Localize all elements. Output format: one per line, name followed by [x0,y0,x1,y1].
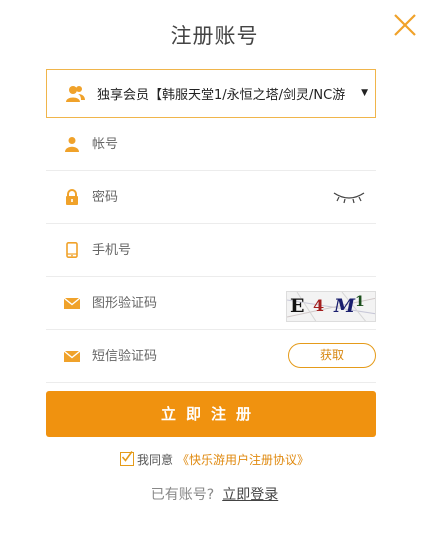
page-title: 注册账号 [170,24,259,48]
image-code-input[interactable] [92,295,272,311]
captcha-char: E [290,295,305,317]
login-prompt: 已有账号? [150,487,215,503]
sms-code-input[interactable] [92,348,272,364]
account-row [46,118,376,171]
login-prompt-row: 已有账号? 立即登录 [0,484,429,504]
agreement-link[interactable]: 《快乐游用户注册协议》 [177,453,309,467]
chevron-down-icon: ▼ [361,88,368,98]
user-icon [65,137,79,152]
sms-code-row: 获取 [46,330,376,383]
agree-checkbox[interactable] [119,451,134,466]
agree-label: 我同意 [136,453,173,467]
server-select-value: 独享会员【韩服天堂1/永恒之塔/剑灵/NC游 [97,88,346,103]
captcha-char: 4 [313,296,325,315]
phone-row [46,224,376,277]
mobile-icon [66,242,78,258]
captcha-char: M [334,295,356,317]
agreement: 我同意 《快乐游用户注册协议》 [0,451,429,468]
get-sms-code-button[interactable]: 获取 [288,343,376,368]
account-input[interactable] [92,136,272,152]
register-form: 独享会员【韩服天堂1/永恒之塔/剑灵/NC游 ▼ 帐号 手机号 图形验证码 E … [46,69,376,383]
register-button[interactable]: 立即注册 [46,391,376,437]
login-link[interactable]: 立即登录 [222,487,278,503]
phone-input[interactable] [92,242,272,258]
check-icon [121,451,133,462]
password-row [46,171,376,224]
eye-closed-icon[interactable] [332,189,366,205]
captcha-image[interactable]: E 4 M 1 [286,291,376,322]
captcha-char: 1 [355,294,365,310]
users-icon [66,85,85,102]
password-input[interactable] [92,189,272,205]
mail-icon [64,350,80,362]
mail-icon [64,297,80,309]
server-select[interactable]: 独享会员【韩服天堂1/永恒之塔/剑灵/NC游 ▼ [46,69,376,118]
image-code-row: E 4 M 1 [46,277,376,330]
lock-icon [66,189,78,205]
close-icon[interactable] [393,13,417,37]
